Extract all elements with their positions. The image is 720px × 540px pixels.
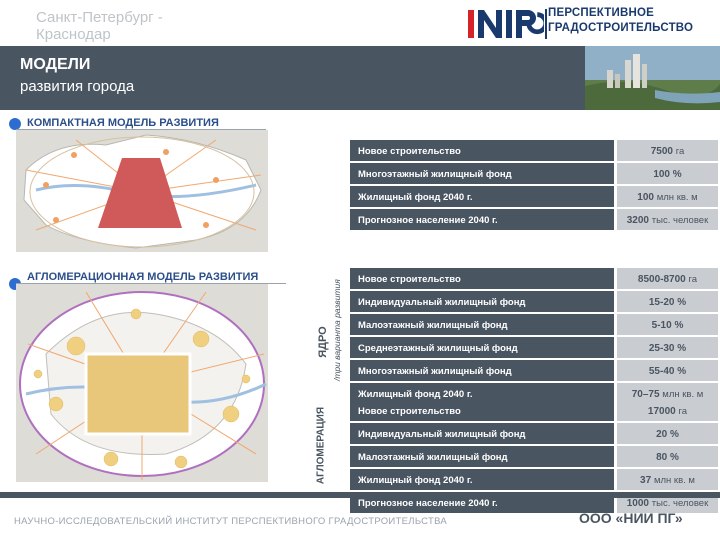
table-row: Индивидуальный жилищный фонд 15-20 % — [350, 291, 718, 314]
row-value: 100 млн кв. м — [617, 186, 718, 209]
table-row: Жилищный фонд 2040 г. 37 млн кв. м — [350, 469, 718, 492]
logo-divider — [545, 9, 547, 39]
table-row: Жилищный фонд 2040 г. 100 млн кв. м — [350, 186, 718, 209]
table-row: Малоэтажный жилищный фонд 80 % — [350, 446, 718, 469]
agg-label-block: АГЛОМЕРАЦИЯ — [281, 400, 361, 490]
row-value: 7500 га — [617, 140, 718, 163]
row-label: Малоэтажный жилищный фонд — [350, 314, 614, 337]
row-value: 55-40 % — [617, 360, 718, 383]
row-label: Многоэтажный жилищный фонд — [350, 360, 614, 383]
row-value: 5-10 % — [617, 314, 718, 337]
row-value: 17000 га — [617, 400, 718, 423]
footer-company: ООО «НИИ ПГ» — [579, 510, 683, 526]
nipg-logo-mark — [468, 10, 544, 38]
row-label: Новое строительство — [350, 268, 614, 291]
table-row: Многоэтажный жилищный фонд 55-40 % — [350, 360, 718, 383]
agglomeration-heading: АГЛОМЕРАЦИОННАЯ МОДЕЛЬ РАЗВИТИЯ — [27, 271, 259, 283]
table-row: Прогнозное население 2040 г. 3200 тыс. че… — [350, 209, 718, 232]
city-aerial-photo — [585, 46, 720, 110]
row-label: Жилищный фонд 2040 г. — [350, 186, 614, 209]
row-value: 37 млн кв. м — [617, 469, 718, 492]
value-unit: тыс. человек — [651, 498, 709, 509]
value-unit: га — [675, 146, 685, 157]
compact-model-map — [16, 130, 268, 252]
row-label: Новое строительство — [350, 400, 614, 423]
footer-institute: НАУЧНО-ИССЛЕДОВАТЕЛЬСКИЙ ИНСТИТУТ ПЕРСПЕ… — [14, 516, 448, 527]
value-number: 15-20 % — [648, 297, 687, 308]
agglomeration-core-square — [84, 352, 192, 436]
city-caption: Санкт-Петербург - Краснодар — [36, 9, 163, 43]
row-value: 3200 тыс. человек — [617, 209, 718, 232]
row-label: Многоэтажный жилищный фонд — [350, 163, 614, 186]
value-unit: млн кв. м — [662, 389, 704, 400]
value-number: 37 — [640, 475, 652, 486]
compact-table: Новое строительство 7500 га Многоэтажный ж… — [350, 140, 718, 232]
value-number: 3200 — [626, 215, 649, 226]
value-unit: га — [678, 406, 688, 417]
row-value: 100 % — [617, 163, 718, 186]
footer-rule — [0, 492, 720, 498]
value-number: 7500 — [650, 146, 673, 157]
agglomeration-model-map — [16, 284, 268, 482]
value-number: 5-10 % — [651, 320, 684, 331]
row-label: Новое строительство — [350, 140, 614, 163]
value-number: 100 — [637, 192, 654, 203]
row-label: Индивидуальный жилищный фонд — [350, 291, 614, 314]
row-label: Жилищный фонд 2040 г. — [350, 469, 614, 492]
value-number: 8500-8700 — [637, 274, 686, 285]
value-number: 55-40 % — [648, 366, 687, 377]
table-row: Новое строительство 7500 га — [350, 140, 718, 163]
value-unit: га — [688, 274, 698, 285]
row-label: Прогнозное население 2040 г. — [350, 209, 614, 232]
logo-line-1: ПЕРСПЕКТИВНОЕ — [548, 7, 654, 19]
value-number: 1000 — [626, 498, 649, 509]
row-label: Индивидуальный жилищный фонд — [350, 423, 614, 446]
page-title: МОДЕЛИ — [20, 56, 91, 73]
row-value: 8500-8700 га — [617, 268, 718, 291]
table-row: Среднеэтажный жилищный фонд 25-30 % — [350, 337, 718, 360]
table-row: Новое строительство 8500-8700 га — [350, 268, 718, 291]
core-vertical-label: ЯДРО — [317, 326, 329, 358]
core-vertical-sublabel: /три варианта развития — [332, 279, 342, 381]
row-label: Малоэтажный жилищный фонд — [350, 446, 614, 469]
value-number: 17000 — [647, 406, 676, 417]
row-value: 15-20 % — [617, 291, 718, 314]
compact-heading: КОМПАКТНАЯ МОДЕЛЬ РАЗВИТИЯ — [27, 117, 219, 129]
logo-wordmark: ПЕРСПЕКТИВНОЕ ГРАДОСТРОИТЕЛЬСТВО — [548, 6, 693, 36]
table-row: Новое строительство 17000 га — [350, 400, 718, 423]
value-number: 80 % — [656, 452, 679, 463]
value-number: 70–75 — [631, 389, 660, 400]
table-row: Многоэтажный жилищный фонд 100 % — [350, 163, 718, 186]
agglomeration-vertical-label: АГЛОМЕРАЦИЯ — [315, 406, 327, 485]
row-label: Среднеэтажный жилищный фонд — [350, 337, 614, 360]
value-unit: млн кв. м — [653, 475, 695, 486]
value-number: 100 % — [653, 169, 682, 180]
page-subtitle: развития города — [20, 78, 135, 95]
table-row: Индивидуальный жилищный фонд 20 % — [350, 423, 718, 446]
row-value: 25-30 % — [617, 337, 718, 360]
core-table: Новое строительство 8500-8700 га Индивидуа… — [350, 268, 718, 406]
row-value: 80 % — [617, 446, 718, 469]
value-number: 20 % — [656, 429, 679, 440]
value-number: 25-30 % — [648, 343, 687, 354]
table-row: Малоэтажный жилищный фонд 5-10 % — [350, 314, 718, 337]
row-value: 20 % — [617, 423, 718, 446]
logo-line-2: ГРАДОСТРОИТЕЛЬСТВО — [548, 22, 694, 34]
value-unit: млн кв. м — [656, 192, 698, 203]
value-unit: тыс. человек — [651, 215, 709, 226]
